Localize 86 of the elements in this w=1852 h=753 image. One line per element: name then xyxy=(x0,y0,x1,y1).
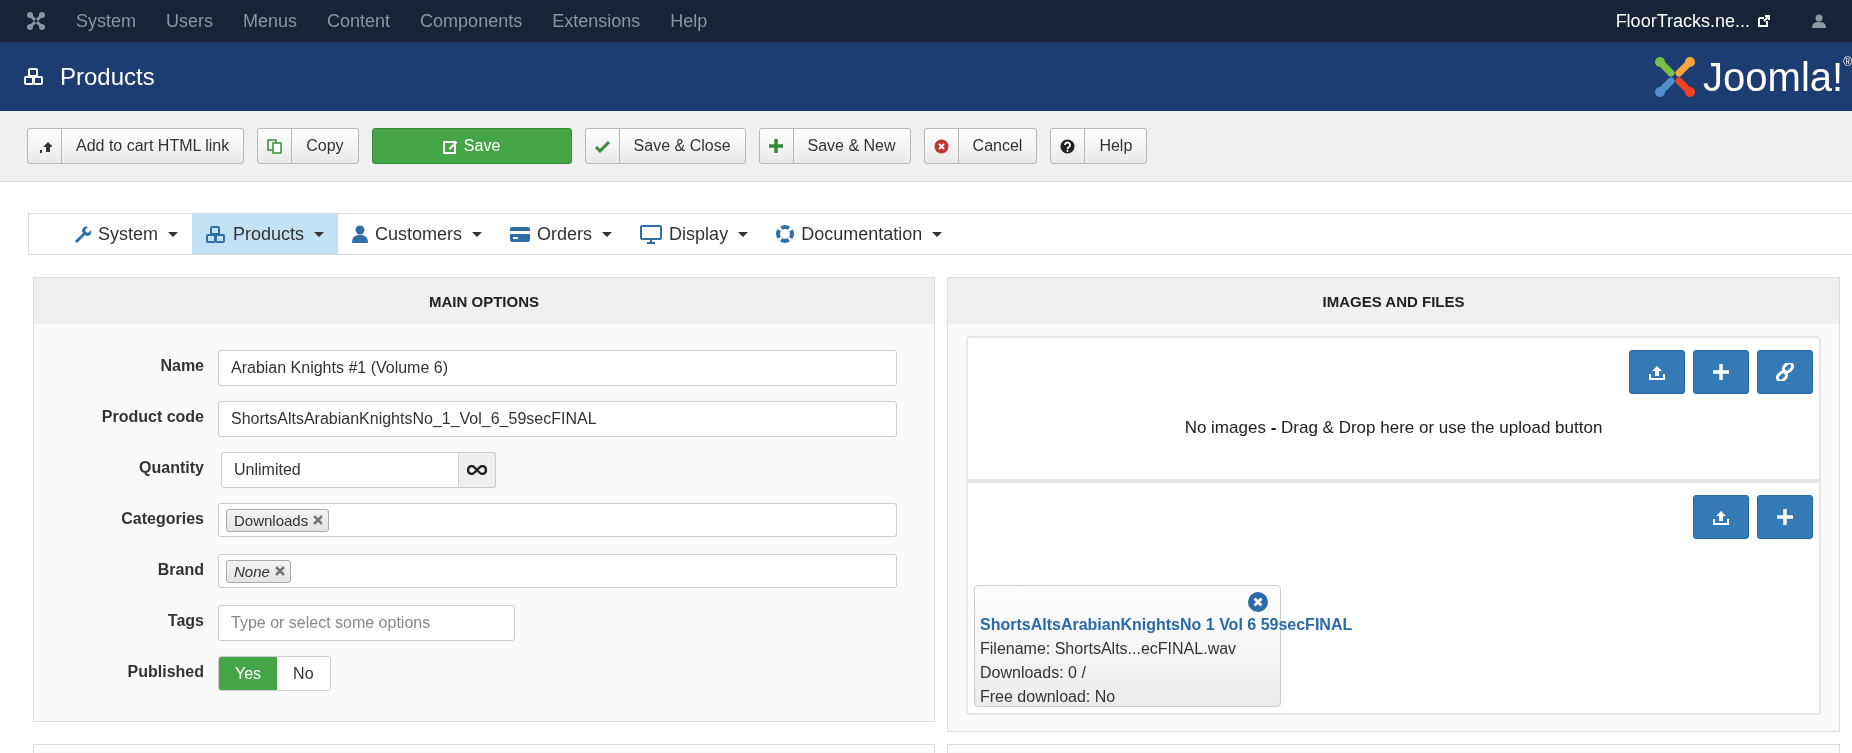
panel-title: IMAGES AND FILES xyxy=(948,278,1839,324)
menu-tab[interactable]: Display xyxy=(626,214,763,254)
plus-icon xyxy=(1777,509,1793,525)
file-detail: Downloads: 0 / xyxy=(980,664,1086,682)
tag-field[interactable]: None xyxy=(218,554,897,588)
field-label: Categories xyxy=(120,509,204,528)
external-link-icon xyxy=(1758,15,1770,27)
tag-chip: Downloads xyxy=(226,508,330,532)
menu-item[interactable]: Users xyxy=(166,10,214,32)
infinity-icon xyxy=(467,465,487,475)
link-icon xyxy=(1776,363,1794,381)
field-label: Published xyxy=(126,662,204,681)
field-label: Product code xyxy=(100,407,204,426)
check-icon xyxy=(594,139,610,153)
menu-item[interactable]: Menus xyxy=(243,10,298,32)
cubes-icon xyxy=(24,67,44,86)
joomla-icon xyxy=(26,11,46,31)
logo-icon xyxy=(1653,54,1698,99)
toolbar-button[interactable]: Help xyxy=(1050,128,1148,164)
field-label: Quantity xyxy=(138,458,204,477)
toolbar-button[interactable]: Save & Close xyxy=(584,128,746,164)
remove-icon[interactable] xyxy=(313,515,324,525)
upload-button[interactable] xyxy=(1693,495,1749,539)
upload-icon xyxy=(1647,363,1667,381)
caret-icon xyxy=(472,231,483,237)
help-icon xyxy=(1060,138,1076,154)
menu-item[interactable]: System xyxy=(76,10,136,32)
toggle-option[interactable]: No xyxy=(277,657,330,690)
field-label: Tags xyxy=(166,611,204,630)
add-button[interactable] xyxy=(1757,495,1813,539)
add-button[interactable] xyxy=(1693,350,1749,394)
logo-text: Joomla! xyxy=(1703,54,1844,99)
file-title-link[interactable]: ShortsAltsArabianKnightsNo 1 Vol 6 59secFINAL xyxy=(980,616,1353,634)
user-icon[interactable] xyxy=(1812,14,1826,28)
menu-tab[interactable]: Orders xyxy=(496,214,627,254)
cubes-icon xyxy=(206,224,226,244)
remove-icon[interactable] xyxy=(274,566,285,576)
menu-tab[interactable]: System xyxy=(59,214,192,254)
plus-icon xyxy=(1713,364,1729,380)
life-ring-icon xyxy=(776,225,795,243)
menu-item[interactable]: Extensions xyxy=(552,10,641,32)
tag-field[interactable]: Downloads xyxy=(218,503,897,537)
image-dropzone[interactable]: No images - Drag & Drop here or use the upload button xyxy=(968,338,1819,483)
panel-title: MAIN OPTIONS xyxy=(34,278,934,324)
upload-icon xyxy=(1711,508,1731,526)
caret-icon xyxy=(932,231,943,237)
upload-button[interactable] xyxy=(1629,350,1685,394)
close-circle-icon xyxy=(933,138,949,154)
copy-icon xyxy=(267,138,283,154)
menu-tab[interactable]: Documentation xyxy=(762,214,957,254)
toolbar-button[interactable]: Copy xyxy=(257,128,359,164)
file-detail: Filename: ShortsAlts...ecFINAL.wav xyxy=(980,640,1237,658)
page-title: Products xyxy=(60,62,155,91)
field-label: Name xyxy=(159,356,204,375)
field-label: Brand xyxy=(156,560,204,579)
menu-item[interactable]: Components xyxy=(420,10,523,32)
caret-icon xyxy=(314,231,325,237)
caret-icon xyxy=(738,231,749,237)
edit-icon xyxy=(442,138,458,154)
registered-mark: ® xyxy=(1843,54,1852,69)
caret-icon xyxy=(602,231,613,237)
upload-icon xyxy=(37,139,52,153)
site-link[interactable]: FloorTracks.ne... xyxy=(1615,10,1750,32)
tag-chip: None xyxy=(226,559,291,583)
tags-field[interactable]: Type or select some options xyxy=(218,605,515,641)
quantity-field[interactable]: Unlimited xyxy=(221,452,459,488)
credit-card-icon xyxy=(510,226,531,242)
close-icon[interactable] xyxy=(1248,592,1268,612)
user-icon xyxy=(352,225,369,243)
monitor-icon xyxy=(640,224,663,244)
caret-icon xyxy=(168,231,178,237)
dropzone-message: No images - Drag & Drop here or use the upload button xyxy=(1183,418,1604,438)
unlimited-button[interactable] xyxy=(459,452,496,488)
link-button[interactable] xyxy=(1757,350,1813,394)
toolbar-button[interactable]: Save & New xyxy=(758,128,911,164)
wrench-icon xyxy=(73,225,91,243)
menu-tab[interactable]: Customers xyxy=(338,214,497,254)
menu-item[interactable]: Help xyxy=(670,10,708,32)
toolbar-button[interactable]: Add to cart HTML link xyxy=(27,128,245,164)
toolbar-button[interactable]: Cancel xyxy=(923,128,1038,164)
file-detail: Free download: No xyxy=(980,688,1116,706)
menu-item[interactable]: Content xyxy=(327,10,391,32)
text-field[interactable]: Arabian Knights #1 (Volume 6) xyxy=(218,350,897,386)
text-field[interactable]: ShortsAltsArabianKnightsNo_1_Vol_6_59secFINAL xyxy=(218,401,897,437)
menu-tab[interactable]: Products xyxy=(192,214,339,254)
plus-icon xyxy=(769,139,784,153)
